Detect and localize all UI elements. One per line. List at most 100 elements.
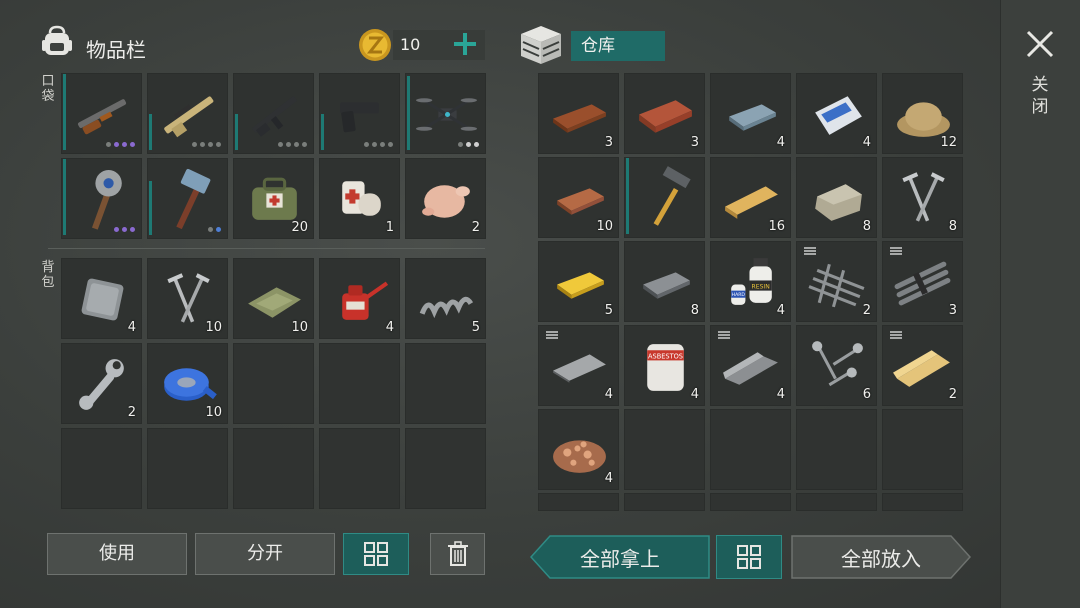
empty-slot[interactable] — [624, 409, 705, 490]
item-slot[interactable]: 16 — [710, 157, 791, 238]
item-slot[interactable]: 5 — [405, 258, 486, 339]
svg-text:HARD: HARD — [732, 292, 746, 298]
empty-slot[interactable] — [710, 409, 791, 490]
item-slot[interactable]: 10 — [147, 258, 228, 339]
sort-inventory-button[interactable] — [343, 533, 409, 575]
quality-dot — [200, 142, 205, 147]
backpack-label: 背包 — [41, 260, 55, 290]
item-slot[interactable]: 4 — [61, 258, 142, 339]
item-quantity: 4 — [127, 320, 136, 335]
quality-dot — [294, 142, 299, 147]
item-slot[interactable] — [61, 158, 142, 239]
item-slot[interactable]: 4 — [710, 73, 791, 154]
split-button[interactable]: 分开 — [195, 533, 335, 575]
empty-slot[interactable] — [538, 493, 619, 511]
steel-bar-icon — [723, 352, 778, 385]
add-coins-icon[interactable] — [449, 28, 481, 60]
empty-slot[interactable] — [233, 428, 314, 509]
nails-icon — [902, 172, 945, 222]
close-label[interactable]: 关闭 — [1028, 74, 1052, 118]
item-slot[interactable]: 20 — [233, 158, 314, 239]
item-slot[interactable]: 2 — [796, 241, 877, 322]
item-slot[interactable]: 12 — [882, 73, 963, 154]
item-slot[interactable]: RESIN HARD 4 — [710, 241, 791, 322]
quality-dots — [364, 142, 393, 147]
quality-dots — [208, 227, 221, 232]
empty-slot[interactable] — [624, 493, 705, 511]
take-all-label: 全部拿上 — [580, 546, 660, 571]
empty-slot[interactable] — [147, 428, 228, 509]
item-slot[interactable]: 4 — [796, 73, 877, 154]
item-slot[interactable]: 6 — [796, 325, 877, 406]
close-icon[interactable] — [1022, 26, 1058, 62]
item-quantity: 2 — [127, 405, 136, 420]
item-slot[interactable]: 2 — [61, 343, 142, 424]
item-slot[interactable] — [147, 158, 228, 239]
item-slot[interactable]: 10 — [233, 258, 314, 339]
item-slot[interactable]: 8 — [882, 157, 963, 238]
empty-slot[interactable] — [710, 493, 791, 511]
item-slot[interactable] — [405, 73, 486, 154]
item-slot[interactable]: 4 — [538, 325, 619, 406]
put-all-button[interactable]: 全部放入 — [791, 535, 971, 579]
item-slot[interactable]: 2 — [882, 325, 963, 406]
item-quantity: 6 — [862, 387, 871, 402]
grid-icon — [364, 542, 388, 566]
sort-storage-button[interactable] — [716, 535, 782, 579]
item-slot[interactable] — [233, 73, 314, 154]
empty-slot[interactable] — [882, 409, 963, 490]
quality-dot — [122, 227, 127, 232]
item-slot[interactable]: 10 — [538, 157, 619, 238]
oil-can-icon — [342, 281, 389, 320]
empty-slot[interactable] — [796, 493, 877, 511]
empty-slot[interactable] — [405, 343, 486, 424]
empty-slot[interactable] — [61, 428, 142, 509]
empty-slot[interactable] — [319, 343, 400, 424]
item-slot[interactable]: ASBESTOS 4 — [624, 325, 705, 406]
item-quantity: 5 — [471, 320, 480, 335]
empty-slot[interactable] — [796, 409, 877, 490]
empty-slot[interactable] — [233, 343, 314, 424]
quality-dot — [130, 142, 135, 147]
item-slot[interactable]: 2 — [405, 158, 486, 239]
durability-bar — [63, 74, 66, 150]
section-divider — [48, 248, 485, 249]
item-slot[interactable]: 8 — [624, 241, 705, 322]
item-slot[interactable] — [624, 157, 705, 238]
steel-ingot-icon — [643, 272, 690, 299]
item-slot[interactable]: 8 — [796, 157, 877, 238]
empty-slot[interactable] — [319, 428, 400, 509]
item-slot[interactable]: 4 — [538, 409, 619, 490]
item-slot[interactable]: 3 — [882, 241, 963, 322]
item-slot[interactable]: 10 — [147, 343, 228, 424]
trash-button[interactable] — [430, 533, 485, 575]
stack-icon — [804, 247, 816, 255]
item-slot[interactable]: 1 — [319, 158, 400, 239]
item-slot[interactable]: 3 — [624, 73, 705, 154]
item-slot[interactable]: 5 — [538, 241, 619, 322]
item-slot[interactable] — [61, 73, 142, 154]
item-slot[interactable]: 4 — [710, 325, 791, 406]
item-slot[interactable]: 3 — [538, 73, 619, 154]
item-quantity: 16 — [768, 219, 785, 234]
durability-bar — [626, 158, 629, 234]
brick-icon — [639, 100, 692, 133]
item-quantity: 4 — [776, 303, 785, 318]
item-slot[interactable] — [147, 73, 228, 154]
empty-slot[interactable] — [405, 428, 486, 509]
empty-slot[interactable] — [882, 493, 963, 511]
trash-icon — [447, 541, 468, 566]
grid-icon — [737, 545, 761, 569]
quality-dots — [192, 142, 221, 147]
item-slot[interactable] — [319, 73, 400, 154]
use-button[interactable]: 使用 — [47, 533, 187, 575]
item-quantity: 3 — [604, 135, 613, 150]
item-quantity: 8 — [948, 219, 957, 234]
saw-blade-club-icon — [91, 170, 122, 230]
item-quantity: 2 — [471, 220, 480, 235]
item-quantity: 4 — [385, 320, 394, 335]
storage-title[interactable]: 仓库 — [571, 31, 665, 61]
take-all-button[interactable]: 全部拿上 — [530, 535, 710, 579]
item-slot[interactable]: 4 — [319, 258, 400, 339]
item-quantity: 3 — [948, 303, 957, 318]
